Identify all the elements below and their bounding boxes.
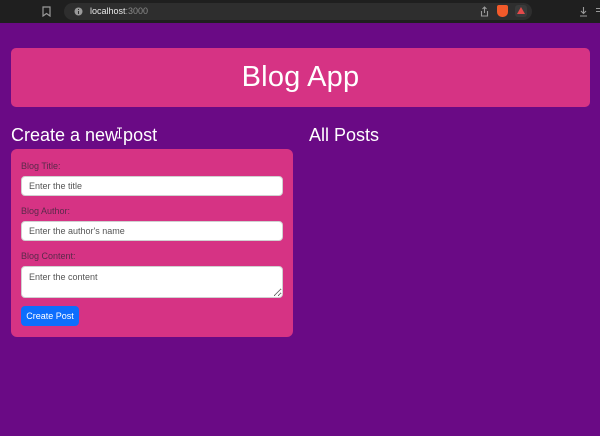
menu-icon[interactable]	[592, 5, 600, 17]
brave-shield-icon[interactable]	[497, 5, 508, 17]
content-label: Blog Content:	[21, 251, 76, 261]
title-input[interactable]	[21, 176, 283, 196]
author-label: Blog Author:	[21, 206, 71, 216]
create-post-button[interactable]: Create Post	[21, 306, 79, 326]
share-icon[interactable]	[478, 5, 490, 17]
app-title: Blog App	[241, 61, 360, 93]
title-label: Blog Title:	[21, 161, 61, 171]
author-input[interactable]	[21, 221, 283, 241]
text-cursor-icon	[116, 127, 126, 139]
url-port: :3000	[125, 6, 149, 16]
url-text[interactable]: localhost:3000	[90, 5, 148, 18]
app-header: Blog App	[11, 48, 590, 107]
url-host: localhost	[90, 6, 126, 16]
brave-rewards-icon[interactable]	[515, 5, 527, 17]
all-posts-heading: All Posts	[309, 125, 380, 145]
site-info-icon[interactable]	[72, 5, 84, 17]
create-post-form: Blog Title: Blog Author: Blog Content: C…	[11, 149, 293, 337]
download-icon[interactable]	[577, 5, 589, 17]
create-post-heading: Create a new post	[11, 125, 158, 145]
content-textarea[interactable]	[21, 266, 283, 298]
bookmark-icon[interactable]	[40, 5, 52, 17]
browser-toolbar: localhost:3000	[0, 0, 600, 23]
